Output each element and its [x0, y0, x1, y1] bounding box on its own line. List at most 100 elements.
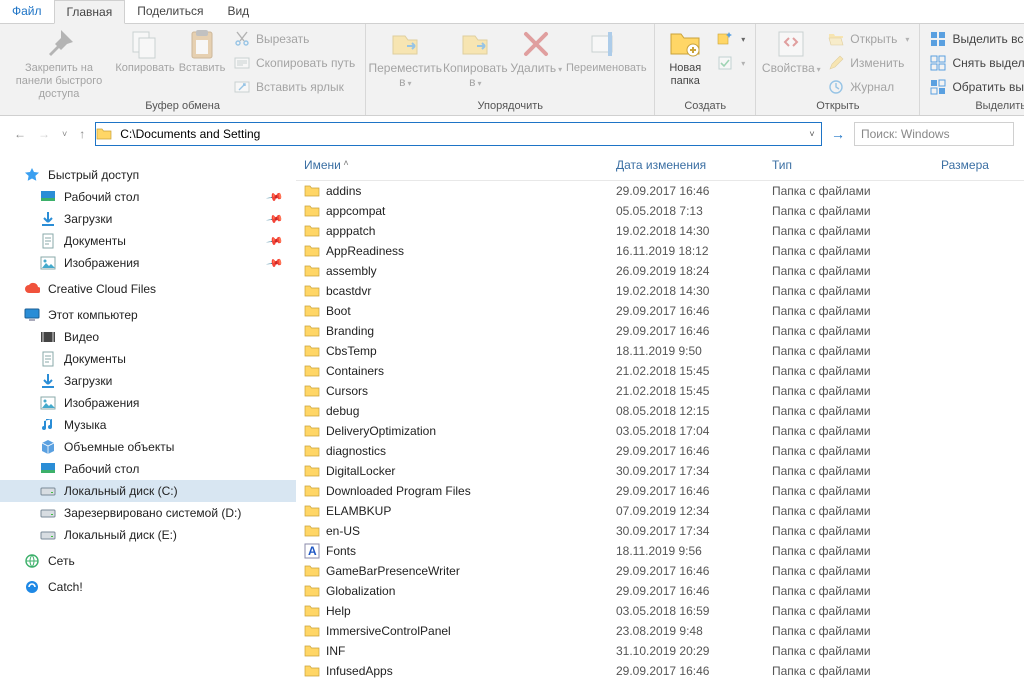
tree-creative-cloud[interactable]: Creative Cloud Files — [0, 278, 296, 300]
nav-back-button[interactable]: ← — [10, 125, 30, 143]
file-row[interactable]: DeliveryOptimization03.05.2018 17:04Папк… — [296, 421, 1024, 441]
tree-downloads[interactable]: Загрузки📌 — [0, 208, 296, 230]
file-date: 29.09.2017 16:46 — [608, 301, 764, 321]
select-all-button[interactable]: Выделить все — [926, 28, 1024, 50]
invert-selection-icon — [930, 79, 946, 95]
move-to-button[interactable]: Переместить в▾ — [372, 26, 438, 96]
nav-forward-button[interactable]: → — [34, 125, 54, 143]
new-item-button[interactable]: ▾ — [713, 28, 749, 50]
invert-selection-button[interactable]: Обратить выделение — [926, 76, 1024, 98]
pin-quick-access-button[interactable]: Закрепить на панели быстрого доступа — [6, 26, 112, 96]
file-row[interactable]: apppatch19.02.2018 14:30Папка с файлами — [296, 221, 1024, 241]
search-box[interactable]: Поиск: Windows — [854, 122, 1014, 146]
tab-file[interactable]: Файл — [0, 0, 54, 23]
copy-path-button[interactable]: Скопировать путь — [230, 52, 359, 74]
paste-shortcut-button[interactable]: Вставить ярлык — [230, 76, 359, 98]
file-row[interactable]: en-US30.09.2017 17:34Папка с файлами — [296, 521, 1024, 541]
tree-desktop2[interactable]: Рабочий стол — [0, 458, 296, 480]
file-row[interactable]: ImmersiveControlPanel23.08.2019 9:48Папк… — [296, 621, 1024, 641]
tree-documents2[interactable]: Документы — [0, 348, 296, 370]
folder-icon — [304, 363, 320, 379]
tab-share[interactable]: Поделиться — [125, 0, 215, 23]
tab-home[interactable]: Главная — [54, 0, 126, 24]
disk-icon — [40, 527, 56, 543]
col-header-name[interactable]: Имени — [296, 152, 608, 181]
nav-up-button[interactable]: ↑ — [75, 125, 89, 143]
folder-icon — [304, 343, 320, 359]
tree-pictures[interactable]: Изображения📌 — [0, 252, 296, 274]
folder-icon — [304, 383, 320, 399]
new-folder-button[interactable]: Новая папка — [661, 26, 709, 96]
file-row[interactable]: addins29.09.2017 16:46Папка с файлами — [296, 181, 1024, 202]
file-row[interactable]: Boot29.09.2017 16:46Папка с файлами — [296, 301, 1024, 321]
tree-disk-d[interactable]: Зарезервировано системой (D:) — [0, 502, 296, 524]
file-row[interactable]: Downloaded Program Files29.09.2017 16:46… — [296, 481, 1024, 501]
col-header-type[interactable]: Тип — [764, 152, 933, 181]
file-row[interactable]: debug08.05.2018 12:15Папка с файлами — [296, 401, 1024, 421]
file-row[interactable]: Containers21.02.2018 15:45Папка с файлам… — [296, 361, 1024, 381]
delete-button[interactable]: Удалить▾ — [512, 26, 560, 96]
paste-button[interactable]: Вставить — [178, 26, 226, 96]
file-date: 29.09.2017 16:46 — [608, 181, 764, 202]
tree-disk-e[interactable]: Локальный диск (E:) — [0, 524, 296, 546]
file-row[interactable]: Branding29.09.2017 16:46Папка с файлами — [296, 321, 1024, 341]
file-row[interactable]: AppReadiness16.11.2019 18:12Папка с файл… — [296, 241, 1024, 261]
tree-this-pc[interactable]: Этот компьютер — [0, 304, 296, 326]
tree-documents[interactable]: Документы📌 — [0, 230, 296, 252]
file-row[interactable]: diagnostics29.09.2017 16:46Папка с файла… — [296, 441, 1024, 461]
select-none-button[interactable]: Снять выделение — [926, 52, 1024, 74]
history-button[interactable]: Журнал — [824, 76, 913, 98]
file-row[interactable]: Globalization29.09.2017 16:46Папка с фай… — [296, 581, 1024, 601]
tree-disk-c[interactable]: Локальный диск (C:) — [0, 480, 296, 502]
nav-history-dropdown[interactable]: ˅ — [58, 127, 71, 141]
properties-button[interactable]: Свойства▾ — [762, 26, 820, 96]
star-icon — [24, 167, 40, 183]
file-date: 16.11.2019 18:12 — [608, 241, 764, 261]
file-name: diagnostics — [326, 444, 386, 458]
file-row[interactable]: CbsTemp18.11.2019 9:50Папка с файлами — [296, 341, 1024, 361]
tree-network[interactable]: Сеть — [0, 550, 296, 572]
easy-access-button[interactable]: ▾ — [713, 52, 749, 74]
tree-catch[interactable]: Catch! — [0, 576, 296, 598]
file-row[interactable]: Cursors21.02.2018 15:45Папка с файлами — [296, 381, 1024, 401]
cut-button[interactable]: Вырезать — [230, 28, 359, 50]
tab-view[interactable]: Вид — [215, 0, 261, 23]
tree-videos[interactable]: Видео — [0, 326, 296, 348]
file-size — [933, 581, 1024, 601]
edit-button[interactable]: Изменить — [824, 52, 913, 74]
file-row[interactable]: bcastdvr19.02.2018 14:30Папка с файлами — [296, 281, 1024, 301]
folder-icon — [304, 603, 320, 619]
file-size — [933, 441, 1024, 461]
file-row[interactable]: appcompat05.05.2018 7:13Папка с файлами — [296, 201, 1024, 221]
file-name: AppReadiness — [326, 244, 404, 258]
address-input[interactable] — [116, 127, 803, 141]
tree-downloads2[interactable]: Загрузки — [0, 370, 296, 392]
address-bar[interactable]: ˅ — [95, 122, 822, 146]
file-row[interactable]: ELAMBKUP07.09.2019 12:34Папка с файлами — [296, 501, 1024, 521]
ribbon-group-clipboard: Закрепить на панели быстрого доступа Коп… — [0, 24, 366, 115]
file-row[interactable]: GameBarPresenceWriter29.09.2017 16:46Пап… — [296, 561, 1024, 581]
folder-icon — [304, 283, 320, 299]
folder-icon — [304, 423, 320, 439]
tree-music[interactable]: Музыка — [0, 414, 296, 436]
copy-to-button[interactable]: Копировать в▾ — [442, 26, 508, 96]
file-row[interactable]: Help03.05.2018 16:59Папка с файлами — [296, 601, 1024, 621]
tree-desktop[interactable]: Рабочий стол📌 — [0, 186, 296, 208]
col-header-size[interactable]: Размера — [933, 152, 1024, 181]
address-dropdown[interactable]: ˅ — [803, 129, 821, 139]
file-row[interactable]: Fonts18.11.2019 9:56Папка с файлами — [296, 541, 1024, 561]
open-button[interactable]: Открыть▾ — [824, 28, 913, 50]
go-button[interactable]: → — [828, 126, 848, 142]
tree-quick-access[interactable]: Быстрый доступ — [0, 164, 296, 186]
file-size — [933, 601, 1024, 621]
copy-button[interactable]: Копировать — [116, 26, 174, 96]
file-row[interactable]: DigitalLocker30.09.2017 17:34Папка с фай… — [296, 461, 1024, 481]
rename-button[interactable]: Переименовать — [564, 26, 648, 96]
tree-pictures2[interactable]: Изображения — [0, 392, 296, 414]
col-header-date[interactable]: Дата изменения — [608, 152, 764, 181]
file-row[interactable]: InfusedApps29.09.2017 16:46Папка с файла… — [296, 661, 1024, 679]
tree-3d-objects[interactable]: Объемные объекты — [0, 436, 296, 458]
file-row[interactable]: INF31.10.2019 20:29Папка с файлами — [296, 641, 1024, 661]
file-row[interactable]: assembly26.09.2019 18:24Папка с файлами — [296, 261, 1024, 281]
file-list: Имени Дата изменения Тип Размера addins2… — [296, 152, 1024, 679]
